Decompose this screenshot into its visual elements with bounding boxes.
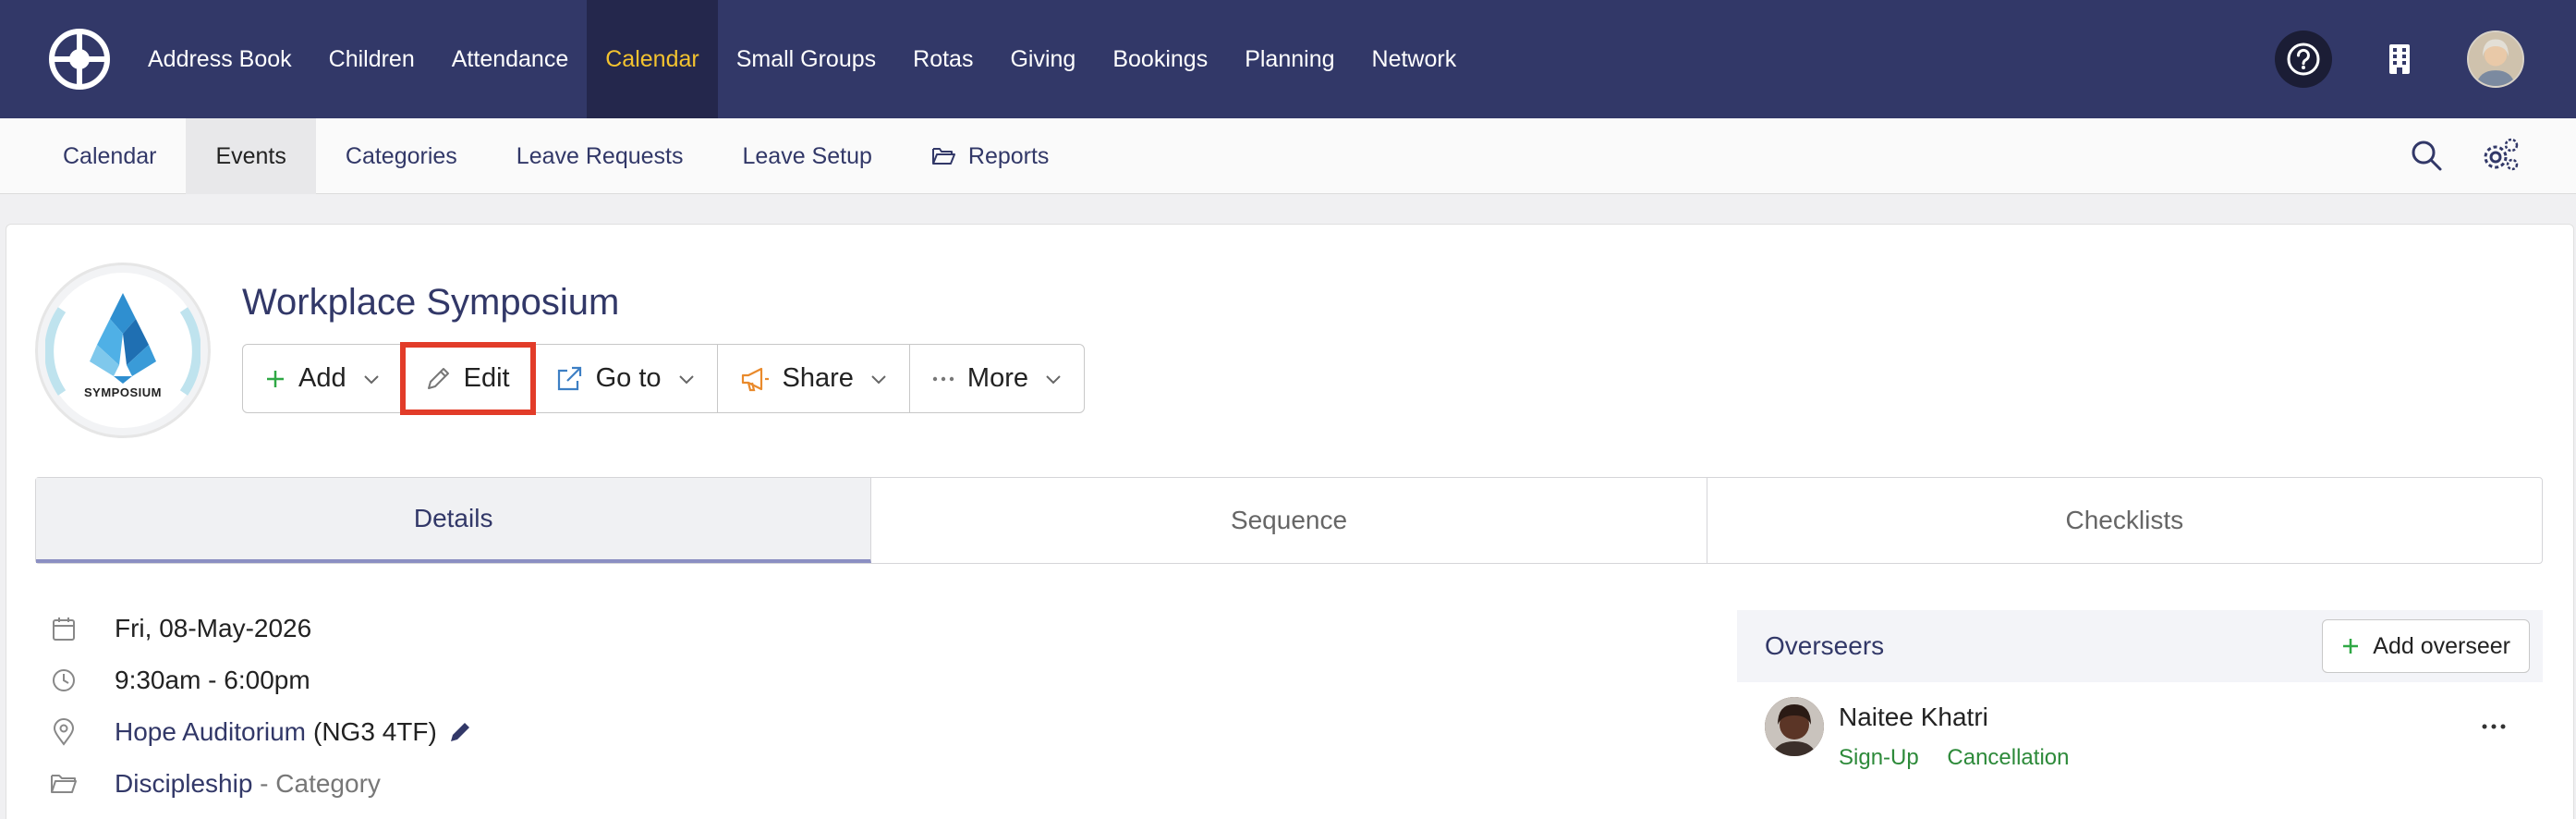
add-overseer-label: Add overseer — [2373, 632, 2510, 659]
folder-icon — [48, 773, 79, 795]
ellipsis-icon — [932, 375, 954, 383]
pencil-icon — [425, 366, 451, 392]
overseers-header: Overseers Add overseer — [1737, 610, 2543, 682]
nav-attendance[interactable]: Attendance — [433, 0, 588, 118]
external-link-icon — [555, 365, 583, 393]
subnav-events[interactable]: Events — [186, 118, 316, 194]
event-toolbar: Add Edit Go to Share More — [242, 342, 1085, 415]
nav-small-groups[interactable]: Small Groups — [718, 0, 894, 118]
subnav-leave-requests[interactable]: Leave Requests — [487, 118, 713, 194]
user-avatar[interactable] — [2467, 31, 2524, 88]
nav-children[interactable]: Children — [310, 0, 433, 118]
share-button[interactable]: Share — [718, 345, 910, 412]
help-icon[interactable] — [2275, 31, 2332, 88]
detail-date: Fri, 08-May-2026 — [48, 610, 311, 647]
detail-location: Hope Auditorium (NG3 4TF) — [48, 714, 472, 751]
signup-link[interactable]: Sign-Up — [1839, 745, 1919, 770]
add-button-label: Add — [298, 363, 346, 393]
location-postcode: (NG3 4TF) — [313, 717, 437, 746]
calendar-icon — [48, 616, 79, 642]
subnav-reports[interactable]: Reports — [902, 118, 1079, 194]
chevron-down-icon — [870, 373, 887, 385]
sub-navigation: Calendar Events Categories Leave Request… — [0, 118, 2576, 194]
overseer-more-icon[interactable] — [2482, 706, 2506, 738]
detail-time: 9:30am - 6:00pm — [48, 662, 310, 699]
location-link[interactable]: Hope Auditorium — [115, 717, 306, 747]
chevron-down-icon — [678, 373, 695, 385]
add-overseer-button[interactable]: Add overseer — [2322, 619, 2530, 673]
event-time: 9:30am - 6:00pm — [115, 666, 310, 694]
more-button[interactable]: More — [910, 345, 1084, 412]
plus-icon — [2341, 637, 2360, 655]
nav-calendar[interactable]: Calendar — [587, 0, 718, 118]
event-date: Fri, 08-May-2026 — [115, 614, 312, 642]
nav-rotas[interactable]: Rotas — [894, 0, 991, 118]
folder-open-icon — [931, 148, 955, 165]
tab-details[interactable]: Details — [36, 478, 872, 563]
overseer-links: Sign-Up Cancellation — [1839, 745, 2091, 771]
page-title: Workplace Symposium — [242, 282, 620, 323]
nav-address-book[interactable]: Address Book — [129, 0, 310, 118]
overseer-item: Naitee Khatri Sign-Up Cancellation — [1765, 697, 2091, 771]
event-logo-text: SYMPOSIUM — [84, 385, 162, 399]
edit-location-icon[interactable] — [448, 720, 472, 744]
category-link[interactable]: Discipleship — [115, 769, 252, 799]
nav-network[interactable]: Network — [1354, 0, 1476, 118]
logo-icon[interactable] — [48, 28, 111, 91]
nav-planning[interactable]: Planning — [1226, 0, 1353, 118]
chevron-down-icon — [1045, 373, 1062, 385]
subnav-calendar[interactable]: Calendar — [33, 118, 186, 194]
tab-sequence[interactable]: Sequence — [871, 478, 1707, 563]
event-logo: SYMPOSIUM — [35, 263, 211, 438]
cancellation-link[interactable]: Cancellation — [1947, 745, 2069, 770]
detail-category: Discipleship - Category — [48, 765, 381, 802]
clock-icon — [48, 667, 79, 693]
goto-button[interactable]: Go to — [533, 345, 718, 412]
building-icon[interactable] — [2371, 31, 2428, 88]
main-menu: Address Book Children Attendance Calenda… — [129, 0, 1475, 118]
top-navigation: Address Book Children Attendance Calenda… — [0, 0, 2576, 118]
nav-giving[interactable]: Giving — [991, 0, 1094, 118]
event-tabs: Details Sequence Checklists — [35, 477, 2543, 564]
subnav-categories[interactable]: Categories — [316, 118, 487, 194]
map-pin-icon — [48, 718, 79, 746]
overseer-avatar[interactable] — [1765, 697, 1824, 756]
overseer-name[interactable]: Naitee Khatri — [1839, 703, 2091, 732]
overseers-title: Overseers — [1765, 631, 1885, 660]
more-button-label: More — [966, 363, 1028, 393]
megaphone-icon — [740, 366, 770, 392]
subnav-leave-setup[interactable]: Leave Setup — [712, 118, 901, 194]
overseers-panel: Overseers Add overseer Naitee Khatri Sig… — [1737, 610, 2543, 819]
chevron-down-icon — [363, 373, 380, 385]
plus-icon — [265, 369, 286, 389]
edit-button[interactable]: Edit — [399, 342, 536, 415]
tab-checklists[interactable]: Checklists — [1707, 478, 2542, 563]
edit-button-label: Edit — [463, 363, 510, 393]
add-button[interactable]: Add — [243, 345, 403, 412]
calendar-submenu: Calendar Events Categories Leave Request… — [33, 118, 1078, 194]
nav-bookings[interactable]: Bookings — [1094, 0, 1226, 118]
share-button-label: Share — [782, 363, 854, 393]
subnav-reports-label: Reports — [967, 142, 1050, 169]
settings-icon[interactable] — [2480, 135, 2521, 176]
category-suffix: - Category — [252, 769, 381, 798]
search-icon[interactable] — [2406, 135, 2447, 176]
goto-button-label: Go to — [595, 363, 662, 393]
